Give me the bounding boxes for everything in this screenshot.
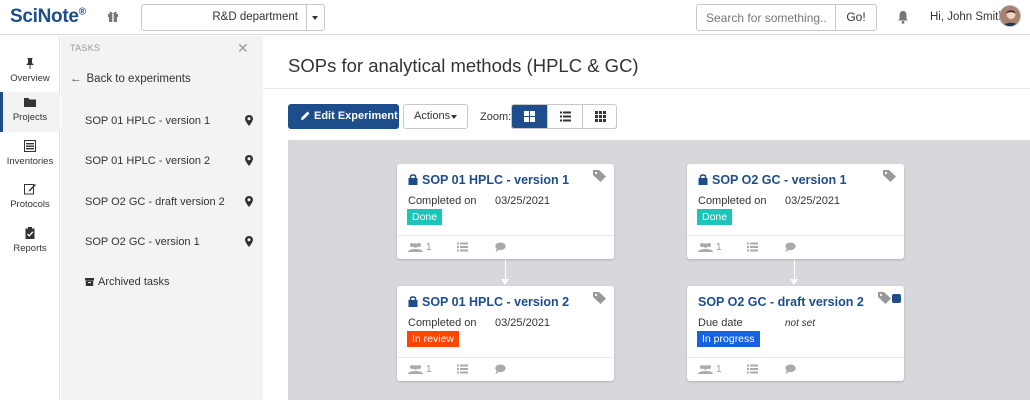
task-card[interactable]: SOP O2 GC - version 1 Completed on 03/25…	[687, 164, 904, 259]
comment-icon[interactable]	[785, 364, 796, 374]
users-icon[interactable]	[698, 364, 713, 374]
checklist-icon[interactable]	[747, 242, 758, 252]
checklist-icon[interactable]	[457, 242, 468, 252]
task-card-title[interactable]: SOP O2 GC - draft version 2	[698, 295, 864, 309]
pencil-icon	[301, 111, 310, 120]
task-item[interactable]: SOP 01 HPLC - version 2	[85, 155, 253, 167]
task-card-footer: 1	[687, 357, 904, 381]
nav-item-projects[interactable]: Projects	[0, 92, 60, 132]
chevron-down-icon	[312, 16, 318, 20]
search-go-button[interactable]: Go!	[835, 4, 877, 31]
arrow-down-icon	[790, 279, 798, 285]
lock-icon	[698, 174, 708, 185]
workflow-connector	[794, 259, 795, 281]
users-icon[interactable]	[408, 242, 423, 252]
status-badge: Done	[697, 209, 733, 225]
comment-icon[interactable]	[785, 242, 796, 252]
archived-tasks-link[interactable]: Archived tasks	[85, 276, 170, 288]
zoom-toggle-group	[511, 104, 617, 129]
team-select[interactable]: R&D department	[141, 4, 325, 31]
nav-item-protocols[interactable]: Protocols	[0, 179, 60, 219]
map-marker-icon	[245, 196, 253, 207]
nav-item-inventories[interactable]: Inventories	[0, 136, 60, 176]
team-select-toggle[interactable]	[306, 5, 324, 30]
checklist-icon[interactable]	[457, 364, 468, 374]
zoom-grid-button[interactable]	[582, 105, 616, 128]
tasks-panel-title: TASKS	[70, 43, 101, 53]
edit-experiment-button[interactable]: Edit Experiment	[288, 104, 399, 129]
task-card[interactable]: SOP 01 HPLC - version 2 Completed on 03/…	[397, 286, 614, 381]
actions-dropdown[interactable]: Actions	[403, 104, 468, 129]
zoom-list-button[interactable]	[547, 105, 582, 128]
clipboard-icon	[25, 227, 35, 239]
nav-item-overview[interactable]: Overview	[0, 53, 60, 93]
main-nav: Overview Projects Inventories Protocols …	[0, 36, 60, 400]
arrow-left-icon: ←	[70, 73, 82, 85]
task-card-footer: 1	[397, 235, 614, 259]
comment-notification-icon[interactable]	[892, 294, 901, 303]
avatar[interactable]	[999, 5, 1021, 27]
lock-icon	[408, 174, 418, 185]
archive-icon	[85, 278, 94, 286]
page-title: SOPs for analytical methods (HPLC & GC)	[288, 55, 639, 76]
chevron-down-icon	[451, 115, 457, 119]
bell-icon[interactable]	[897, 10, 909, 24]
map-marker-icon	[245, 115, 253, 126]
list-icon	[24, 140, 36, 152]
status-badge: Done	[407, 209, 443, 225]
divider	[263, 88, 1030, 89]
cards-icon	[524, 111, 535, 122]
task-item[interactable]: SOP O2 GC - draft version 2	[85, 196, 253, 208]
workflow-connector	[505, 259, 506, 281]
back-to-experiments-link[interactable]: ← Back to experiments	[70, 73, 191, 85]
status-badge: In review	[407, 331, 460, 347]
map-marker-icon	[245, 155, 253, 166]
gift-icon[interactable]	[107, 10, 119, 22]
task-card-footer: 1	[397, 357, 614, 381]
users-icon[interactable]	[698, 242, 713, 252]
checklist-icon[interactable]	[747, 364, 758, 374]
arrow-down-icon	[501, 279, 509, 285]
pin-icon	[26, 58, 34, 69]
tag-icon[interactable]	[878, 292, 891, 304]
comment-icon[interactable]	[495, 242, 506, 252]
folder-icon	[24, 98, 36, 107]
scinote-logo[interactable]: SciNote®	[10, 6, 86, 28]
task-card[interactable]: SOP O2 GC - draft version 2 Due date not…	[687, 286, 904, 381]
task-card-title[interactable]: SOP 01 HPLC - version 2	[408, 295, 569, 309]
tag-icon[interactable]	[883, 170, 896, 182]
top-bar: SciNote® R&D department Go! Hi, John Smi…	[0, 0, 1030, 35]
tasks-sidebar: TASKS ✕ ← Back to experiments SOP 01 HPLC…	[61, 36, 263, 400]
map-marker-icon	[245, 236, 253, 247]
task-card-title[interactable]: SOP O2 GC - version 1	[698, 173, 847, 187]
lock-icon	[408, 296, 418, 307]
list-detail-icon	[560, 111, 571, 122]
status-badge: In progress	[697, 331, 760, 347]
comment-icon[interactable]	[495, 364, 506, 374]
user-greeting[interactable]: Hi, John Smith	[930, 11, 1005, 23]
tag-icon[interactable]	[593, 292, 606, 304]
grid-icon	[595, 111, 606, 122]
task-card-title[interactable]: SOP 01 HPLC - version 1	[408, 173, 569, 187]
close-icon[interactable]: ✕	[237, 40, 249, 57]
edit-icon	[24, 184, 36, 195]
nav-item-reports[interactable]: Reports	[0, 223, 60, 263]
search-input[interactable]	[696, 4, 836, 31]
tag-icon[interactable]	[593, 170, 606, 182]
task-card-footer: 1	[687, 235, 904, 259]
zoom-cards-button[interactable]	[512, 105, 547, 128]
task-card[interactable]: SOP 01 HPLC - version 1 Completed on 03/…	[397, 164, 614, 259]
team-select-value: R&D department	[212, 11, 298, 23]
task-item[interactable]: SOP O2 GC - version 1	[85, 236, 253, 248]
users-icon[interactable]	[408, 364, 423, 374]
task-item[interactable]: SOP 01 HPLC - version 1	[85, 115, 253, 127]
zoom-label: Zoom:	[480, 111, 512, 123]
